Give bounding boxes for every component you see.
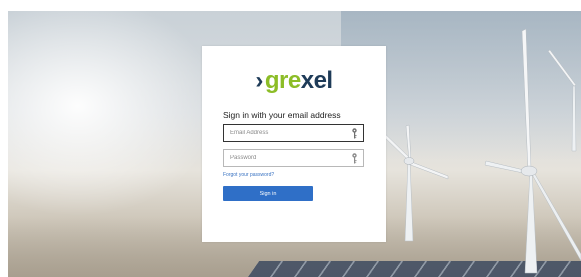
logo-text-green: gre xyxy=(264,67,301,94)
wind-turbine-far xyxy=(547,49,577,152)
key-icon xyxy=(352,128,357,139)
signin-button[interactable]: Sign in xyxy=(223,186,313,201)
grexel-logo: ›grexel xyxy=(202,68,386,94)
email-field[interactable] xyxy=(230,125,348,141)
password-field-wrapper xyxy=(223,149,364,167)
key-icon xyxy=(352,153,357,164)
wind-turbine-large xyxy=(484,28,581,274)
wind-turbine-small xyxy=(377,124,449,242)
logo-chevron-icon: › xyxy=(255,67,263,94)
email-field-wrapper xyxy=(223,124,364,142)
password-field[interactable] xyxy=(230,150,348,166)
signin-heading: Sign in with your email address xyxy=(223,110,341,120)
logo-text-navy: xel xyxy=(300,67,333,94)
forgot-password-link[interactable]: Forgot your password? xyxy=(223,172,274,178)
login-card: ›grexel Sign in with your email address … xyxy=(202,46,386,242)
